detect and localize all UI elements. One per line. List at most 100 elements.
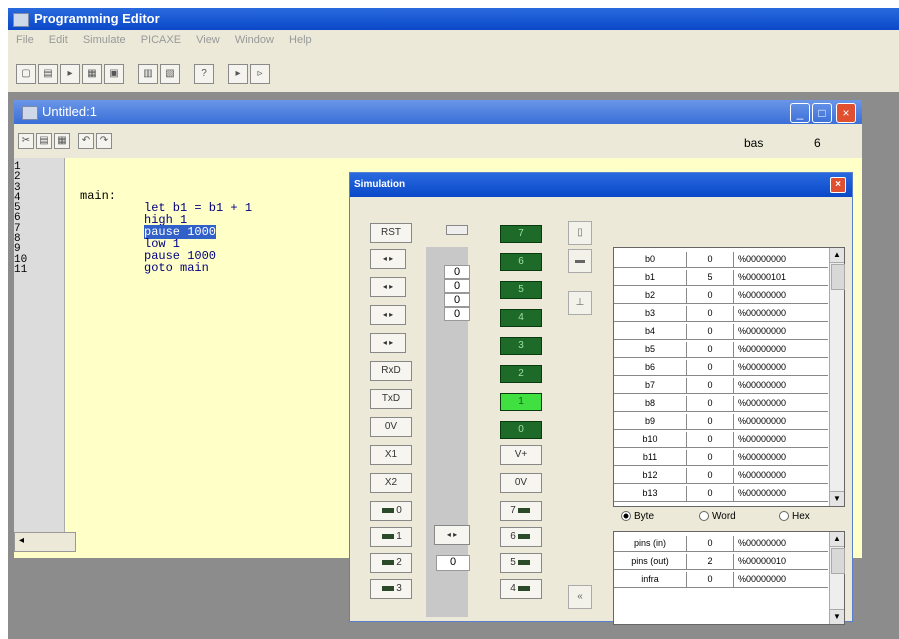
x1-button[interactable]: X1 xyxy=(370,445,412,465)
hex-label: Hex xyxy=(792,511,810,522)
decimal-value: 0 xyxy=(687,252,734,267)
open-file-icon[interactable]: ▤ xyxy=(38,64,58,84)
menu-simulate[interactable]: Simulate xyxy=(83,34,126,46)
run-icon[interactable]: ▸ xyxy=(228,64,248,84)
new-file-icon[interactable]: ▢ xyxy=(16,64,36,84)
output-pin-5[interactable]: 5 xyxy=(500,553,542,573)
byte-radio[interactable]: Byte xyxy=(621,511,654,522)
help-icon[interactable]: ? xyxy=(194,64,214,84)
input-pin-2[interactable]: 2 xyxy=(370,553,412,573)
rxd-button[interactable]: RxD xyxy=(370,361,412,381)
binary-value: %00000000 xyxy=(738,416,787,426)
adc-value: 0 xyxy=(444,279,470,293)
input-pin-0[interactable]: 0 xyxy=(370,501,412,521)
register-table: b13 0 %00000000 b12 0 %00000000 b11 0 %00000000 b… xyxy=(613,247,845,507)
binary-value: %00000000 xyxy=(738,538,787,548)
table-row: b11 0 %00000000 xyxy=(614,450,828,466)
table-row: b7 0 %00000000 xyxy=(614,378,828,394)
word-radio[interactable]: Word xyxy=(699,511,736,522)
undo-icon[interactable]: ↶ xyxy=(78,133,94,149)
simulation-panel: RST ◂ ▸ ◂ ▸ ◂ ▸ ◂ ▸ RxD TxD 0V X1 X2 0 0… xyxy=(350,197,852,625)
output-pin-6[interactable]: 6 xyxy=(500,527,542,547)
binary-value: %00000010 xyxy=(738,556,787,566)
menu-help[interactable]: Help xyxy=(289,34,312,46)
step-icon[interactable]: ⊥ xyxy=(568,291,592,315)
code-text[interactable]: main: let b1 = b1 + 1 high 1 pause 1000 … xyxy=(80,190,252,274)
binary-value: %00000000 xyxy=(738,398,787,408)
led-2: 2 xyxy=(500,365,542,383)
scroll-thumb[interactable] xyxy=(831,264,845,290)
line-number: 4 xyxy=(14,191,21,204)
print-icon[interactable]: ▥ xyxy=(138,64,158,84)
register-name: b3 xyxy=(614,306,687,321)
adc-slider[interactable] xyxy=(446,225,468,235)
options-icon[interactable]: ▸ xyxy=(60,64,80,84)
table-row: b13 0 %00000000 xyxy=(614,486,828,502)
scroll-up-icon[interactable]: ▲ xyxy=(830,248,844,263)
binary-value: %00000000 xyxy=(738,380,787,390)
scroll-down-icon[interactable]: ▼ xyxy=(830,609,844,624)
register-name: b9 xyxy=(614,414,687,429)
menu-file[interactable]: File xyxy=(16,34,34,46)
cut-icon[interactable]: ✂ xyxy=(18,133,34,149)
adc3-arrows[interactable]: ◂ ▸ xyxy=(370,333,406,353)
table-row: b12 0 %00000000 xyxy=(614,468,828,484)
table-row: b10 0 %00000000 xyxy=(614,432,828,448)
0v-right-button[interactable]: 0V xyxy=(500,473,542,493)
stop-icon[interactable]: ▬ xyxy=(568,249,592,273)
redo-icon[interactable]: ↷ xyxy=(96,133,112,149)
table-row: b2 0 %00000000 xyxy=(614,288,828,304)
menu-view[interactable]: View xyxy=(196,34,220,46)
adc2-arrows[interactable]: ◂ ▸ xyxy=(370,305,406,325)
minimize-button[interactable]: _ xyxy=(790,103,810,123)
menu-window[interactable]: Window xyxy=(235,34,274,46)
editor-toolbar: ✂ ▤ ▦ ↶ ↷ bas 6 xyxy=(14,124,862,158)
hex-checkbox[interactable]: Hex xyxy=(779,511,810,522)
simulation-titlebar: Simulation × xyxy=(350,173,852,197)
print-preview-icon[interactable]: ▧ xyxy=(160,64,180,84)
menu-edit[interactable]: Edit xyxy=(49,34,68,46)
side-button-1[interactable]: ▯ xyxy=(568,221,592,245)
horizontal-scrollbar[interactable]: ◂ xyxy=(14,532,76,552)
decimal-value: 0 xyxy=(687,536,734,551)
output-pin-4[interactable]: 4 xyxy=(500,579,542,599)
vplus-button[interactable]: V+ xyxy=(500,445,542,465)
decimal-value: 2 xyxy=(687,554,734,569)
code-line: goto main xyxy=(144,261,209,275)
scroll-thumb[interactable] xyxy=(831,548,845,574)
txd-button[interactable]: TxD xyxy=(370,389,412,409)
adc1-arrows[interactable]: ◂ ▸ xyxy=(370,277,406,297)
scroll-up-icon[interactable]: ▲ xyxy=(830,532,844,547)
table-row: infra 0 %00000000 xyxy=(614,572,828,588)
bottom-value: 0 xyxy=(436,555,470,571)
pins-scrollbar[interactable]: ▲ ▼ xyxy=(829,532,845,624)
bottom-arrows[interactable]: ◂ ▸ xyxy=(434,525,470,545)
register-scrollbar[interactable]: ▲ ▼ xyxy=(829,248,845,506)
scroll-left-icon[interactable]: ◂ xyxy=(19,535,24,546)
x2-button[interactable]: X2 xyxy=(370,473,412,493)
led-0: 0 xyxy=(500,421,542,439)
collapse-icon[interactable]: « xyxy=(568,585,592,609)
close-button[interactable]: × xyxy=(836,103,856,123)
adc0-arrows[interactable]: ◂ ▸ xyxy=(370,249,406,269)
step-icon[interactable]: ▹ xyxy=(250,64,270,84)
menu-picaxe[interactable]: PICAXE xyxy=(141,34,181,46)
maximize-button[interactable]: □ xyxy=(812,103,832,123)
paste-icon[interactable]: ▦ xyxy=(54,133,70,149)
simulation-close-button[interactable]: × xyxy=(830,177,846,193)
copy-icon[interactable]: ▤ xyxy=(36,133,52,149)
simulation-title: Simulation xyxy=(354,179,406,190)
table-row: b4 0 %00000000 xyxy=(614,324,828,340)
input-pin-1[interactable]: 1 xyxy=(370,527,412,547)
line-number: 6 xyxy=(14,212,21,225)
save-icon[interactable]: ▦ xyxy=(82,64,102,84)
line-number: 7 xyxy=(14,222,21,235)
rst-button[interactable]: RST xyxy=(370,223,412,243)
scroll-down-icon[interactable]: ▼ xyxy=(830,491,844,506)
output-pin-7[interactable]: 7 xyxy=(500,501,542,521)
led-7: 7 xyxy=(500,225,542,243)
0v-button[interactable]: 0V xyxy=(370,417,412,437)
input-pin-3[interactable]: 3 xyxy=(370,579,412,599)
save-all-icon[interactable]: ▣ xyxy=(104,64,124,84)
mode-label: bas xyxy=(744,136,764,150)
